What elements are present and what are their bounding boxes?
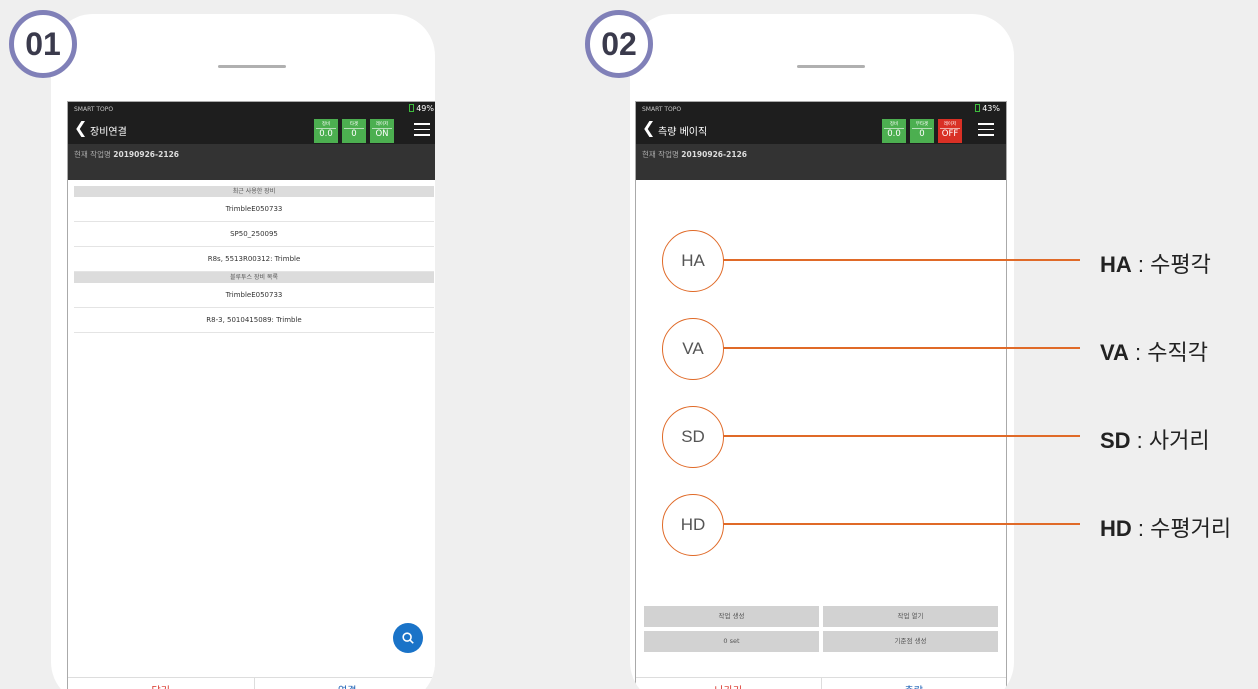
indicator-value: ON [372,128,392,140]
indicator-value: 0.0 [316,128,336,140]
callout-line [723,259,1080,261]
callout-line [723,435,1080,437]
status-indicators: 정비 0.0 무타겟 0 레이저 OFF [882,119,962,143]
create-reference-point-button[interactable]: 기준점 생성 [823,631,998,652]
phone-speaker [218,65,286,68]
status-indicators: 정비 0.0 타겟 0 레이저 ON [314,119,394,143]
device-row[interactable]: TrimbleE050733 [74,197,434,222]
callout-sep: : [1128,340,1148,365]
status-bar: SMART TOPO 43% [642,104,1000,116]
callout-line [723,523,1080,525]
bottom-action-bar: 닫기 연결 [68,677,435,689]
callout-key: SD [1100,428,1131,453]
indicator-value: 0 [344,128,364,140]
indicator-target: 타겟 0 [342,119,366,143]
job-prefix: 현재 작업명 [74,150,111,159]
battery-icon [975,104,981,112]
device-list: 최근 사용한 장비 TrimbleE050733 SP50_250095 R8s… [74,186,434,333]
callout-ha: HA : 수평각 [1100,247,1211,279]
create-job-button[interactable]: 작업 생성 [644,606,819,627]
device-row[interactable]: SP50_250095 [74,222,434,247]
current-job: 현재 작업명 20190926-2126 [74,149,179,160]
connect-button[interactable]: 연결 [255,678,436,689]
indicator-laser[interactable]: 레이저 ON [370,119,394,143]
status-app-name: SMART TOPO [74,106,114,113]
callout-sd: SD : 사거리 [1100,423,1210,455]
app-bar: SMART TOPO 49% ❮ 장비연결 정비 0.0 타겟 0 레이저 ON 현재… [68,102,435,180]
indicator-equipment: 정비 0.0 [882,119,906,143]
phone-speaker [797,65,865,68]
hamburger-menu-icon[interactable] [978,123,994,137]
callout-key: HD [1100,516,1132,541]
phone-frame-1: SMART TOPO 49% ❮ 장비연결 정비 0.0 타겟 0 레이저 ON 현재… [51,14,435,689]
battery-level: 43% [982,104,1000,113]
open-job-button[interactable]: 작업 열기 [823,606,998,627]
bluetooth-devices-header: 블루투스 장비 목록 [74,272,434,283]
battery-icon [409,104,415,112]
device-connect-screen: SMART TOPO 49% ❮ 장비연결 정비 0.0 타겟 0 레이저 ON 현재… [67,101,435,689]
search-button[interactable] [393,623,423,653]
job-prefix: 현재 작업명 [642,150,679,159]
indicator-equipment: 정비 0.0 [314,119,338,143]
close-button[interactable]: 닫기 [68,678,255,689]
indicator-value: 0.0 [884,128,904,140]
exit-button[interactable]: 나가기 [636,678,822,689]
recent-devices-header: 최근 사용한 장비 [74,186,434,197]
callout-sep: : [1130,428,1149,453]
survey-basic-screen: SMART TOPO 43% ❮ 측량 베이직 정비 0.0 무타겟 0 레이저 OF… [635,101,1007,689]
app-bar: SMART TOPO 43% ❮ 측량 베이직 정비 0.0 무타겟 0 레이저 OF… [636,102,1006,180]
back-arrow-icon[interactable]: ❮ [642,120,655,136]
callout-key: HA [1100,252,1132,277]
indicator-laser[interactable]: 레이저 OFF [938,119,962,143]
device-row[interactable]: R8-3, 5010415089: Trimble [74,308,434,333]
indicator-target: 무타겟 0 [910,119,934,143]
back-arrow-icon[interactable]: ❮ [74,120,87,136]
job-name: 20190926-2126 [113,150,180,159]
indicator-value: 0 [912,128,932,140]
callout-key: VA [1100,340,1129,365]
step-badge-2: 02 [585,10,653,78]
callout-sep: : [1131,516,1151,541]
callout-desc: 사거리 [1148,428,1210,453]
job-name: 20190926-2126 [681,150,748,159]
page-title: 측량 베이직 [658,127,708,138]
callout-va: VA : 수직각 [1100,335,1208,367]
sd-measurement-circle: SD [662,406,724,468]
search-icon [402,632,414,644]
callout-sep: : [1131,252,1151,277]
bottom-action-bar: 나가기 측량 [636,677,1006,689]
page-title: 장비연결 [90,127,127,138]
device-row[interactable]: R8s, 5513R00312: Trimble [74,247,434,272]
step-badge-1: 01 [9,10,77,78]
phone-frame-2: SMART TOPO 43% ❮ 측량 베이직 정비 0.0 무타겟 0 레이저 OF… [630,14,1014,689]
callout-desc: 수직각 [1147,340,1209,365]
battery-indicator: 43% [975,104,1000,113]
device-row[interactable]: TrimbleE050733 [74,283,434,308]
ha-measurement-circle: HA [662,230,724,292]
callout-desc: 수평각 [1150,252,1211,277]
hd-measurement-circle: HD [662,494,724,556]
zero-set-button[interactable]: 0 set [644,631,819,652]
measure-button[interactable]: 측량 [822,678,1007,689]
va-measurement-circle: VA [662,318,724,380]
current-job: 현재 작업명 20190926-2126 [642,149,747,160]
callout-desc: 수평거리 [1150,516,1232,541]
battery-level: 49% [416,104,434,113]
job-action-buttons: 작업 생성 작업 열기 0 set 기준점 생성 [644,606,998,652]
status-app-name: SMART TOPO [642,106,682,113]
hamburger-menu-icon[interactable] [414,123,430,137]
callout-hd: HD : 수평거리 [1100,511,1231,543]
indicator-value: OFF [940,128,960,139]
callout-line [723,347,1080,349]
status-bar: SMART TOPO 49% [74,104,434,116]
battery-indicator: 49% [409,104,434,113]
job-bar: 현재 작업명 20190926-2126 [636,144,1006,180]
job-bar: 현재 작업명 20190926-2126 [68,144,435,180]
